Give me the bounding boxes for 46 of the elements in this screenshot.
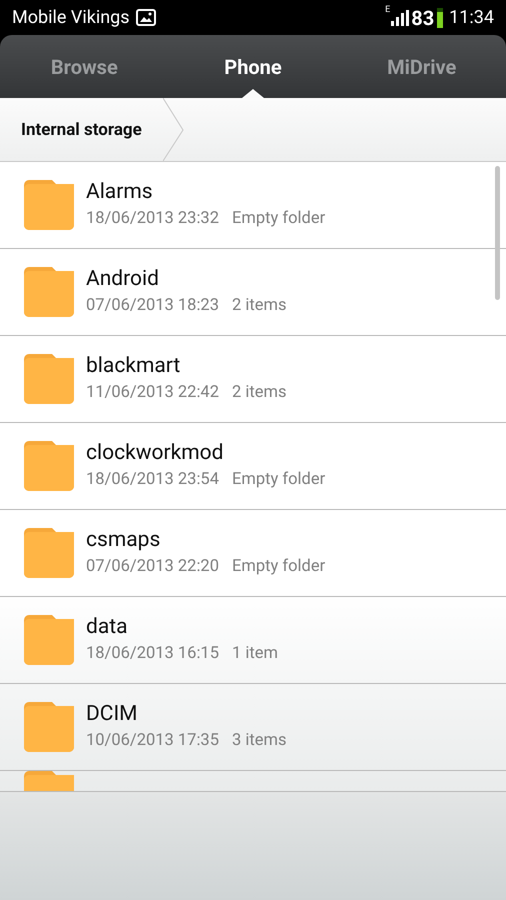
folder-icon	[24, 180, 74, 230]
folder-name: Android	[86, 266, 160, 292]
folder-icon	[24, 615, 74, 665]
network-type: E	[385, 6, 390, 15]
item-count: 2 items	[232, 295, 286, 317]
tab[interactable]: Phone	[168, 35, 338, 98]
folder-icon	[24, 354, 74, 404]
folder-name: DCIM	[86, 701, 138, 727]
tab[interactable]: MiDrive	[337, 35, 506, 98]
folder-name: clockworkmod	[86, 440, 224, 466]
folder-row[interactable]: DCIM 10/06/2013 17:35 3 items	[0, 684, 506, 771]
modified-date: 18/06/2013 16:15	[86, 643, 219, 665]
folder-name: data	[86, 614, 129, 640]
item-count: 1 item	[232, 643, 278, 665]
modified-date: 07/06/2013 18:23	[86, 295, 219, 317]
folder-icon	[24, 267, 74, 317]
modified-date: 11/06/2013 22:42	[86, 382, 219, 404]
scrollbar[interactable]	[495, 166, 500, 300]
folder-name: blackmart	[86, 353, 182, 379]
image-icon	[136, 9, 156, 26]
folder-icon	[24, 528, 74, 578]
folder-row[interactable]: clockworkmod 18/06/2013 23:54 Empty folder	[0, 423, 506, 510]
item-count: Empty folder	[232, 556, 326, 578]
folder-row[interactable]: Alarms 18/06/2013 23:32 Empty folder	[0, 162, 506, 249]
signal-icon	[391, 10, 410, 26]
clock: 11:34	[449, 7, 494, 28]
folder-name: Alarms	[86, 179, 154, 205]
battery-icon	[437, 8, 444, 28]
modified-date: 18/06/2013 23:54	[86, 469, 219, 491]
folder-row[interactable]: data 18/06/2013 16:15 1 item	[0, 597, 506, 684]
tab[interactable]: Browse	[0, 35, 169, 98]
modified-date: 18/06/2013 23:32	[86, 208, 219, 230]
modified-date: 10/06/2013 17:35	[86, 730, 219, 752]
folder-row[interactable]: csmaps 07/06/2013 22:20 Empty folder	[0, 510, 506, 597]
folder-icon	[24, 441, 74, 491]
modified-date: 07/06/2013 22:20	[86, 556, 219, 578]
battery-level: 83	[411, 6, 434, 30]
folder-row[interactable]: blackmart 11/06/2013 22:42 2 items	[0, 336, 506, 423]
item-count: Empty folder	[232, 469, 326, 491]
item-count: 3 items	[232, 730, 286, 752]
folder-row[interactable]: Android 07/06/2013 18:23 2 items	[0, 249, 506, 336]
item-count: 2 items	[232, 382, 286, 404]
folder-icon	[24, 702, 74, 752]
item-count: Empty folder	[232, 208, 326, 230]
folder-name: csmaps	[86, 527, 162, 553]
carrier-name: Mobile Vikings	[12, 7, 130, 28]
